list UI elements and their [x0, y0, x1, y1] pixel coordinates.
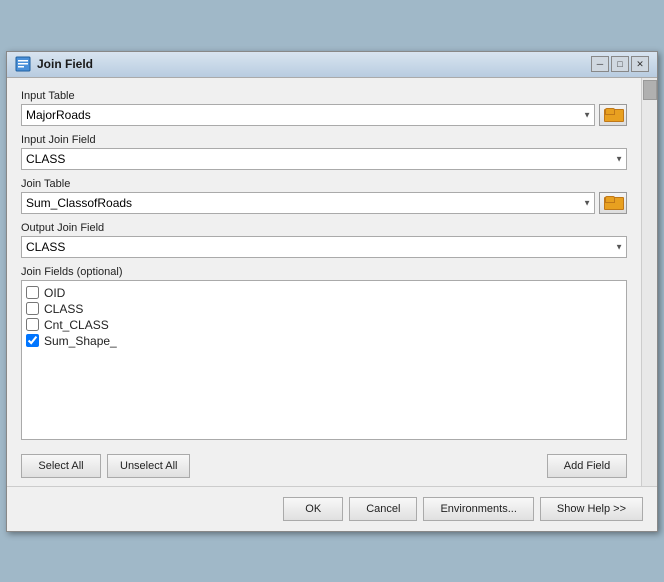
field-class-label[interactable]: CLASS: [44, 302, 83, 316]
cancel-button[interactable]: Cancel: [349, 497, 417, 521]
main-window: Join Field ─ □ ✕ Input Table MajorRoads: [6, 51, 658, 532]
add-field-button[interactable]: Add Field: [547, 454, 627, 478]
show-help-button[interactable]: Show Help >>: [540, 497, 643, 521]
input-table-browse-button[interactable]: [599, 104, 627, 126]
input-table-row: MajorRoads: [21, 104, 627, 126]
output-join-field-group: Output Join Field CLASS: [21, 222, 627, 258]
output-join-field-wrapper: CLASS: [21, 236, 627, 258]
join-fields-section: Join Fields (optional) OID CLASS Cnt_CLA…: [21, 266, 627, 440]
select-all-button[interactable]: Select All: [21, 454, 101, 478]
output-join-field-label: Output Join Field: [21, 222, 627, 234]
environments-button[interactable]: Environments...: [423, 497, 533, 521]
input-table-group: Input Table MajorRoads: [21, 90, 627, 126]
folder-icon-2: [604, 196, 622, 210]
input-table-dropdown-wrapper: MajorRoads: [21, 104, 595, 126]
field-oid-item[interactable]: OID: [26, 285, 622, 301]
title-controls: ─ □ ✕: [591, 56, 649, 72]
join-table-dropdown-wrapper: Sum_ClassofRoads: [21, 192, 595, 214]
input-join-field-dropdown[interactable]: CLASS: [21, 148, 627, 170]
field-class-checkbox[interactable]: [26, 302, 39, 315]
input-table-dropdown[interactable]: MajorRoads: [21, 104, 595, 126]
field-cntclass-item[interactable]: Cnt_CLASS: [26, 317, 622, 333]
window-icon: [15, 56, 31, 72]
join-table-group: Join Table Sum_ClassofRoads: [21, 178, 627, 214]
folder-icon: [604, 108, 622, 122]
join-table-dropdown[interactable]: Sum_ClassofRoads: [21, 192, 595, 214]
fields-buttons-row: Select All Unselect All Add Field: [21, 448, 627, 478]
window-title: Join Field: [37, 57, 93, 71]
title-bar-left: Join Field: [15, 56, 93, 72]
scrollbar-thumb[interactable]: [643, 80, 657, 100]
window-body: Input Table MajorRoads Input Join Field: [7, 78, 657, 486]
input-join-field-wrapper: CLASS: [21, 148, 627, 170]
input-table-label: Input Table: [21, 90, 627, 102]
field-oid-label[interactable]: OID: [44, 286, 65, 300]
scrollbar[interactable]: [641, 78, 657, 486]
field-cntclass-checkbox[interactable]: [26, 318, 39, 331]
join-table-row: Sum_ClassofRoads: [21, 192, 627, 214]
input-join-field-group: Input Join Field CLASS: [21, 134, 627, 170]
footer: OK Cancel Environments... Show Help >>: [7, 486, 657, 531]
join-fields-box[interactable]: OID CLASS Cnt_CLASS Sum_Shape_: [21, 280, 627, 440]
field-cntclass-label[interactable]: Cnt_CLASS: [44, 318, 109, 332]
field-class-item[interactable]: CLASS: [26, 301, 622, 317]
field-sumshape-label[interactable]: Sum_Shape_: [44, 334, 117, 348]
join-fields-label: Join Fields (optional): [21, 266, 627, 278]
field-sumshape-item[interactable]: Sum_Shape_: [26, 333, 622, 349]
input-join-field-label: Input Join Field: [21, 134, 627, 146]
field-oid-checkbox[interactable]: [26, 286, 39, 299]
minimize-button[interactable]: ─: [591, 56, 609, 72]
maximize-button[interactable]: □: [611, 56, 629, 72]
output-join-field-dropdown[interactable]: CLASS: [21, 236, 627, 258]
main-content: Input Table MajorRoads Input Join Field: [7, 78, 641, 486]
field-sumshape-checkbox[interactable]: [26, 334, 39, 347]
join-table-browse-button[interactable]: [599, 192, 627, 214]
buttons-left: Select All Unselect All: [21, 454, 190, 478]
ok-button[interactable]: OK: [283, 497, 343, 521]
title-bar: Join Field ─ □ ✕: [7, 52, 657, 78]
close-button[interactable]: ✕: [631, 56, 649, 72]
unselect-all-button[interactable]: Unselect All: [107, 454, 190, 478]
join-table-label: Join Table: [21, 178, 627, 190]
